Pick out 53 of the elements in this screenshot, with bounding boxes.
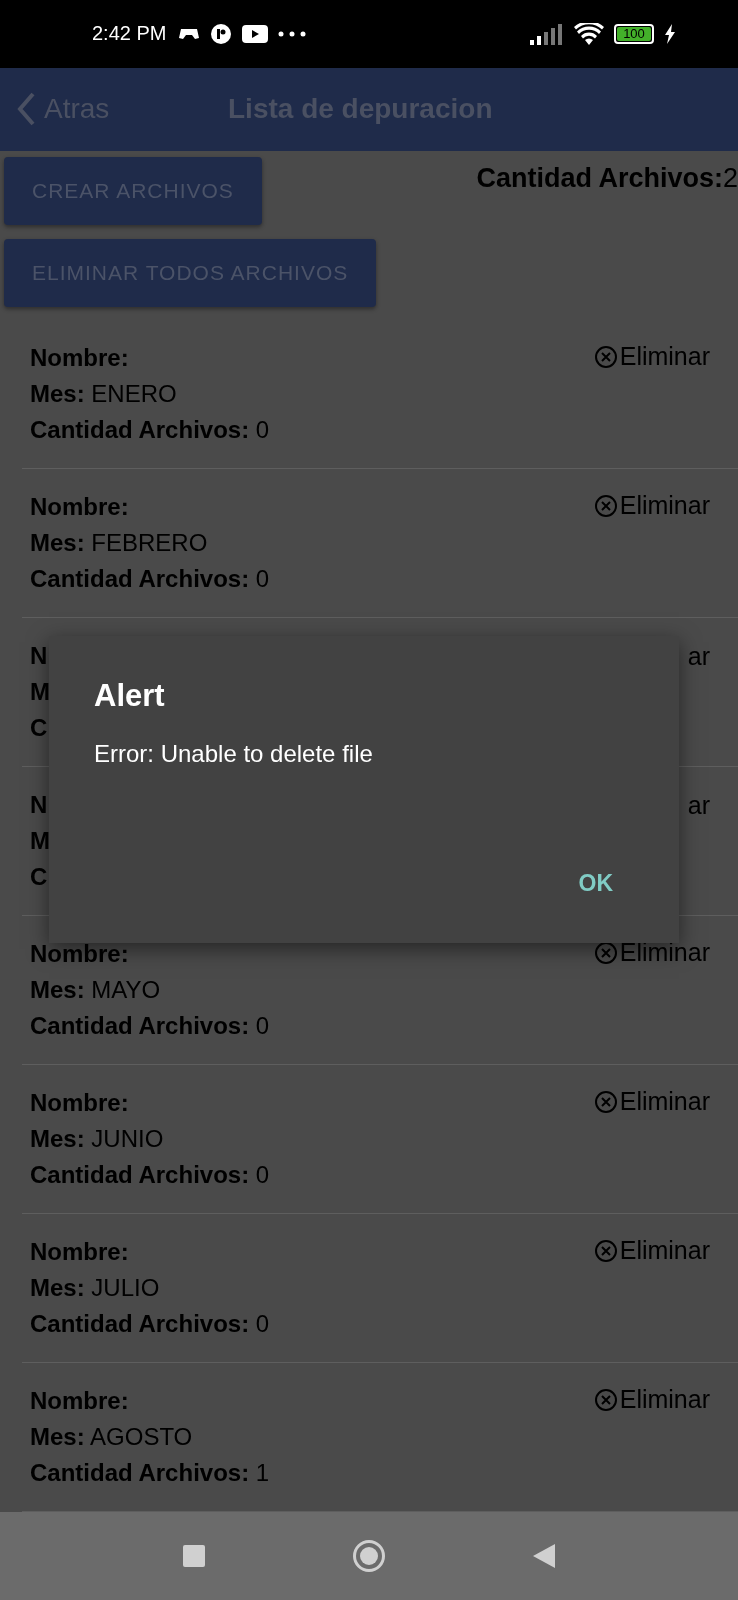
wifi-icon — [574, 22, 604, 45]
row-field: M — [30, 674, 50, 710]
chevron-left-icon — [16, 92, 36, 127]
close-circle-icon — [593, 940, 618, 965]
delete-button[interactable]: Eliminar — [593, 342, 710, 371]
close-circle-icon — [593, 1089, 618, 1114]
row-field: Nombre: — [30, 1234, 270, 1270]
row-field: C — [30, 710, 50, 746]
battery-indicator: 100 — [614, 23, 654, 44]
delete-button[interactable]: Eliminar — [593, 1385, 710, 1414]
row-field: Mes: JULIO — [30, 1270, 270, 1306]
ok-button[interactable]: OK — [572, 866, 619, 901]
status-time: 2:42 PM — [92, 22, 167, 46]
row-field: N — [30, 787, 50, 823]
close-circle-icon — [593, 344, 618, 369]
close-circle-icon — [593, 1238, 618, 1263]
row-field: Nombre: — [30, 936, 270, 972]
row-field: C — [30, 859, 50, 895]
delete-button[interactable]: Eliminar — [593, 938, 710, 967]
row-field: Mes: MAYO — [30, 972, 270, 1008]
row-field: Mes: AGOSTO — [30, 1419, 270, 1455]
delete-button[interactable]: Eliminar — [593, 491, 710, 520]
video-play-icon — [242, 24, 269, 43]
delete-button[interactable]: Eliminar — [593, 1236, 710, 1265]
row-field: N — [30, 638, 50, 674]
back-icon[interactable] — [532, 1544, 555, 1568]
row-field: Nombre: — [30, 340, 270, 376]
home-icon[interactable] — [352, 1539, 386, 1573]
charging-icon — [664, 23, 676, 44]
row-field: Cantidad Archivos: 1 — [30, 1455, 270, 1491]
row-field: M — [30, 823, 50, 859]
row-field: Cantidad Archivos: 0 — [30, 1008, 270, 1044]
row-field: Cantidad Archivos: 0 — [30, 412, 270, 448]
delete-button[interactable]: Eliminar — [593, 1087, 710, 1116]
row-field: Nombre: — [30, 489, 270, 525]
row-field: Nombre: — [30, 1383, 270, 1419]
more-icon — [278, 30, 307, 37]
row-field: Mes: ENERO — [30, 376, 270, 412]
row-field: Mes: FEBRERO — [30, 525, 270, 561]
row-field: Mes: JUNIO — [30, 1121, 270, 1157]
close-circle-icon — [593, 493, 618, 518]
row-field: Cantidad Archivos: 0 — [30, 1306, 270, 1342]
signal-icon — [530, 22, 564, 45]
dialog-title: Alert — [94, 678, 165, 714]
row-field: Cantidad Archivos: 0 — [30, 561, 270, 597]
close-circle-icon — [593, 1387, 618, 1412]
row-field: Nombre: — [30, 1085, 270, 1121]
dialog-message: Error: Unable to delete file — [94, 740, 374, 768]
total-files-label: Cantidad Archivos:2 — [476, 163, 738, 196]
row-field: Cantidad Archivos: 0 — [30, 1157, 270, 1193]
delete-button-text[interactable]: ar — [687, 642, 710, 671]
delete-button-text[interactable]: ar — [687, 791, 710, 820]
recents-icon[interactable] — [183, 1545, 206, 1567]
